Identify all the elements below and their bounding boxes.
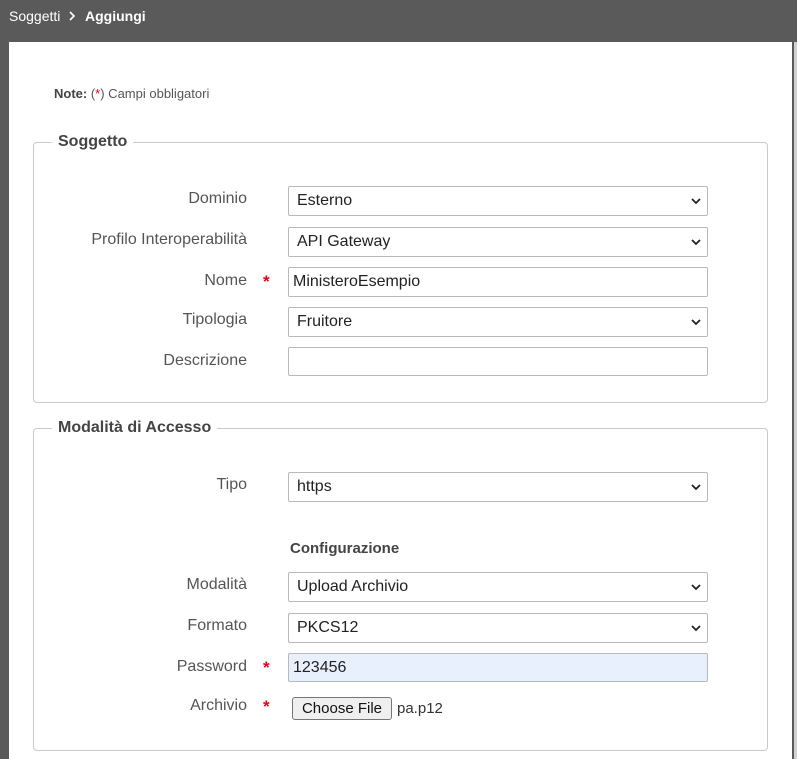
nome-required-marker: * [263,272,270,291]
descrizione-label: Descrizione [163,352,247,369]
dominio-label: Dominio [188,190,247,207]
profilo-value: API Gateway [297,233,391,250]
nome-value: MinisteroEsempio [293,273,421,290]
top-bar: Soggetti Aggiungi [0,0,797,38]
form-panel: Note: (*) Campi obbligatori Soggetto Dom… [9,42,792,759]
required-note: Note: (*) Campi obbligatori [54,86,209,101]
password-label: Password [176,658,247,675]
formato-select[interactable]: PKCS12 [288,613,708,643]
modalita-select[interactable]: Upload Archivio [288,572,708,602]
tipologia-select[interactable]: Fruitore [288,307,708,337]
tipo-select[interactable]: https [288,472,708,502]
tipologia-value: Fruitore [297,313,353,330]
note-text: ) Campi obbligatori [100,86,210,101]
breadcrumb-current: Aggiungi [85,8,146,24]
profilo-label: Profilo Interoperabilità [91,231,247,248]
choose-file-button[interactable]: Choose File [292,697,392,720]
tipo-label: Tipo [216,476,247,493]
configurazione-heading: Configurazione [290,540,400,557]
chevron-right-icon [69,11,76,21]
profilo-select[interactable]: API Gateway [288,227,708,257]
archivio-label: Archivio [190,697,247,714]
chevron-down-icon [691,625,701,632]
formato-label: Formato [187,617,247,634]
dominio-select[interactable]: Esterno [288,186,708,216]
password-value: 123456 [293,659,347,676]
breadcrumb-soggetti[interactable]: Soggetti [9,8,60,24]
password-input[interactable]: 123456 [288,653,708,682]
tipo-value: https [297,478,332,495]
chevron-down-icon [691,319,701,326]
soggetto-fieldset: Soggetto Dominio Esterno Profilo Interop… [33,133,768,403]
nome-input[interactable]: MinisteroEsempio [288,267,708,297]
chevron-down-icon [691,484,701,491]
formato-value: PKCS12 [297,619,359,636]
nome-label: Nome [204,272,247,289]
chevron-down-icon [691,584,701,591]
dominio-value: Esterno [297,192,353,209]
chevron-down-icon [691,239,701,246]
password-required-marker: * [263,658,270,677]
selected-file-name: pa.p12 [397,700,443,717]
soggetto-legend: Soggetto [58,133,128,150]
archivio-required-marker: * [263,697,270,716]
modalita-label: Modalità [186,576,247,593]
chevron-down-icon [691,198,701,205]
note-label: Note: [54,86,88,101]
accesso-legend: Modalità di Accesso [58,419,212,436]
note-open: ( [87,86,96,101]
accesso-fieldset: Modalità di Accesso Tipo https Configura… [33,419,768,751]
descrizione-input[interactable] [288,347,708,376]
modalita-value: Upload Archivio [297,578,409,595]
tipologia-label: Tipologia [182,311,247,328]
